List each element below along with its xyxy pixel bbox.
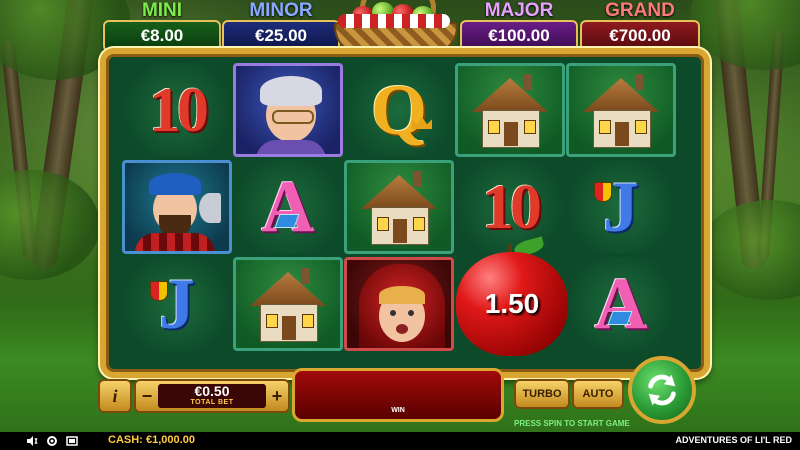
symbol-cottage <box>455 63 565 157</box>
spin-button[interactable] <box>628 356 696 424</box>
symbol-grandmother <box>233 63 343 157</box>
settings-icon[interactable] <box>46 435 58 447</box>
control-panel: i − €0.50 TOTAL BET + WIN TURBO AUTO PRE… <box>98 356 698 430</box>
symbol-cottage <box>566 63 676 157</box>
jackpot-minor-label: MINOR <box>249 0 313 21</box>
jackpot-grand: GRAND €700.00 <box>580 0 700 52</box>
ace-glyph: A <box>594 262 648 345</box>
shield-icon <box>150 281 168 301</box>
jackpot-mini-label: MINI <box>141 0 183 21</box>
total-bet-label: TOTAL BET <box>190 399 234 406</box>
lumberjack-hat <box>149 173 201 195</box>
cottage-icon <box>246 264 330 344</box>
basket-cloth <box>338 14 450 28</box>
status-bar: CASH: €1,000.00 ADVENTURES OF LI'L RED <box>0 432 800 450</box>
bet-selector: − €0.50 TOTAL BET + <box>134 379 290 413</box>
symbol-jack: J <box>566 160 676 254</box>
win-display: WIN <box>292 368 504 422</box>
symbol-ace: A <box>233 160 343 254</box>
cash-value: €1,000.00 <box>146 434 195 446</box>
cottage-icon <box>468 70 552 150</box>
ten-glyph: 10 <box>149 74 209 145</box>
symbol-lumberjack <box>122 160 232 254</box>
glasses-icon <box>272 110 314 124</box>
symbol-jack: J <box>122 257 232 351</box>
little-red-hair <box>379 286 425 304</box>
autoplay-button[interactable]: AUTO <box>572 379 624 409</box>
fullscreen-icon[interactable] <box>66 435 78 447</box>
spin-icon <box>648 374 676 406</box>
info-button[interactable]: i <box>98 379 132 413</box>
apple-prize-value: 1.50 <box>484 288 540 319</box>
jackpot-major-label: MAJOR <box>484 0 554 21</box>
bet-decrease-button[interactable]: − <box>138 384 156 408</box>
symbol-cottage <box>233 257 343 351</box>
bush <box>700 200 800 300</box>
jack-glyph: J <box>603 166 639 247</box>
jackpot-major: MAJOR €100.00 <box>460 0 578 52</box>
eye <box>408 310 414 316</box>
symbol-cottage <box>344 160 454 254</box>
turbo-button[interactable]: TURBO <box>514 379 570 409</box>
symbol-little-red <box>344 257 454 351</box>
eye <box>390 310 396 316</box>
shield-icon <box>594 182 612 202</box>
jack-glyph: J <box>159 263 195 344</box>
jackpot-minor: MINOR €25.00 <box>222 0 340 52</box>
jackpot-mini: MINI €8.00 <box>103 0 221 52</box>
jackpot-grand-label: GRAND <box>605 0 675 21</box>
symbol-queen: Q <box>344 63 454 157</box>
bet-display: €0.50 TOTAL BET <box>158 384 266 408</box>
ten-glyph: 10 <box>482 171 542 242</box>
spin-hint: PRESS SPIN TO START GAME <box>514 419 630 428</box>
apple-basket <box>330 0 458 56</box>
sound-icon[interactable] <box>26 435 38 447</box>
grandmother-hair <box>260 76 322 106</box>
bush <box>0 170 100 280</box>
reel-grid: 10 Q A 10 J J A <box>122 63 678 353</box>
lumberjack-shirt <box>135 233 215 251</box>
cottage-icon <box>357 167 441 247</box>
ace-glyph: A <box>261 165 315 248</box>
symbol-ten: 10 <box>122 63 232 157</box>
game-title: ADVENTURES OF LI'L RED <box>675 435 792 445</box>
cash-label: CASH: <box>108 434 143 446</box>
little-red-mouth <box>396 324 408 334</box>
total-bet-value: €0.50 <box>194 383 230 399</box>
grandmother-shawl <box>256 140 326 154</box>
cottage-icon <box>579 70 663 150</box>
win-label: WIN <box>391 407 405 414</box>
bet-increase-button[interactable]: + <box>268 384 286 408</box>
symbol-ace: A <box>566 257 676 351</box>
apple-bonus-symbol: 1.50 <box>452 236 572 356</box>
queen-glyph: Q <box>370 69 427 150</box>
axe-icon <box>199 193 221 223</box>
